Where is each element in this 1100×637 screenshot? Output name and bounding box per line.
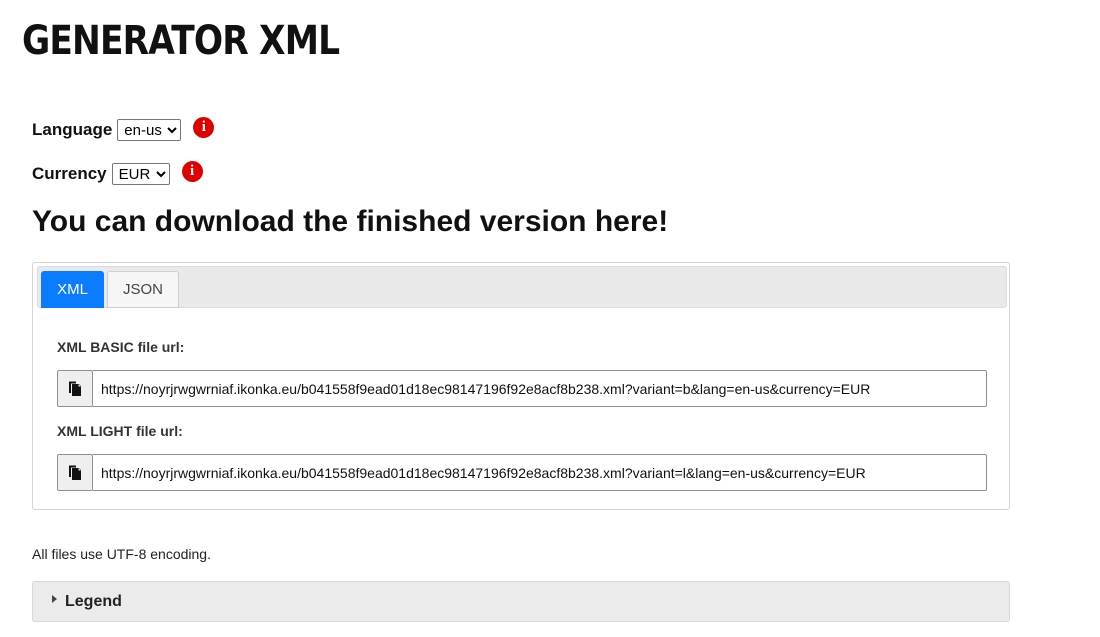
copy-icon [69,465,81,480]
caret-right-icon [52,594,57,603]
language-label: Language [32,120,113,139]
xml-basic-label: XML BASIC file url: [57,339,185,355]
legend-label: Legend [65,592,122,610]
language-setting: Language en-us i [32,116,215,141]
page-title: GENERATOR XML [22,18,340,64]
tab-json[interactable]: JSON [107,271,179,308]
currency-setting: Currency EUR i [32,160,203,185]
xml-light-url-input[interactable] [93,454,987,491]
encoding-note: All files use UTF-8 encoding. [32,546,211,562]
info-circle-icon[interactable]: i [193,116,215,138]
download-panel: XML JSON XML BASIC file url: XML LIGHT f… [32,262,1010,510]
copy-icon [69,381,81,396]
xml-basic-url-input[interactable] [93,370,987,407]
tab-xml[interactable]: XML [41,271,104,308]
copy-light-url-button[interactable] [57,454,93,491]
xml-basic-url-group [57,370,987,407]
currency-label: Currency [32,164,107,183]
xml-light-label: XML LIGHT file url: [57,423,183,439]
legend-toggle[interactable]: Legend [32,581,1010,622]
info-circle-icon[interactable]: i [181,160,203,182]
download-heading: You can download the finished version he… [32,205,669,238]
copy-basic-url-button[interactable] [57,370,93,407]
xml-light-url-group [57,454,987,491]
format-tabs: XML JSON [37,266,1007,308]
language-select[interactable]: en-us [117,119,182,141]
currency-select[interactable]: EUR [111,163,170,185]
